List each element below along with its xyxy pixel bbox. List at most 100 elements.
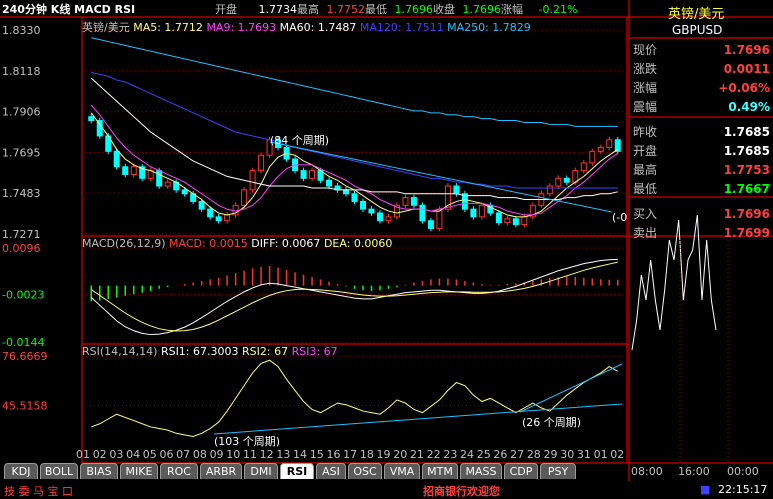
quote-high-value: 1.7752 <box>326 3 366 16</box>
stat-row: 涨跌 0.0011 <box>631 60 773 78</box>
candle-body <box>410 197 417 206</box>
x-tick-label: 19 <box>377 448 391 461</box>
intraday-time-0: 08:00 <box>631 465 663 478</box>
main-ytick-label: 1.7271 <box>2 228 41 241</box>
x-tick-label: 05 <box>143 448 157 461</box>
main-ytick-label: 1.7906 <box>2 106 41 119</box>
candle-body <box>258 154 265 172</box>
x-tick-label: 28 <box>527 448 541 461</box>
legend-ma9: MA9: 1.7693 <box>206 21 277 34</box>
annotation-84: (84 个周期) <box>270 134 330 147</box>
x-tick-label: 02 <box>93 448 107 461</box>
main-ytick-label: 1.7695 <box>2 146 41 159</box>
x-tick-label: 23 <box>443 448 457 461</box>
stat-row: 震幅 0.49% <box>631 98 773 116</box>
network-icon: ■ <box>700 483 711 496</box>
candle-body <box>343 189 350 195</box>
candle-body <box>215 216 222 222</box>
main-ytick-label: 1.7483 <box>2 187 41 200</box>
x-tick-label: 07 <box>176 448 190 461</box>
candle-body <box>402 197 409 206</box>
stat-label: 现价 <box>633 43 658 57</box>
macd-ytick-label: 0.0096 <box>2 242 41 255</box>
tab-asi[interactable]: ASI <box>316 463 346 479</box>
quote-high-label: 最高 <box>297 3 319 16</box>
tab-roc[interactable]: ROC <box>160 463 198 479</box>
tab-mike[interactable]: MIKE <box>120 463 158 479</box>
candle-body <box>198 200 205 210</box>
quote-low-value: 1.7696 <box>394 3 434 16</box>
chart-title: 240分钟 K线 MACD RSI <box>2 3 136 16</box>
tab-psy[interactable]: PSY <box>540 463 576 479</box>
legend-rsi2: RSI2: 67 <box>242 345 289 358</box>
stat-value: 0.0011 <box>723 62 770 76</box>
stat-value: +0.06% <box>718 81 770 95</box>
x-tick-label: 20 <box>393 448 407 461</box>
candle-body <box>606 139 613 149</box>
status-bar: 技 委 马 宝 口 招商银行欢迎您 ■ 22:15:17 <box>0 481 773 498</box>
stat-value: 1.7696 <box>723 207 770 221</box>
quote-open-label: 开盘 <box>215 3 237 16</box>
tab-kdj[interactable]: KDJ <box>4 463 38 479</box>
x-tick-label: 14 <box>293 448 307 461</box>
series-line-dea <box>90 261 618 332</box>
tab-vma[interactable]: VMA <box>384 463 420 479</box>
stat-label: 最高 <box>633 163 658 177</box>
x-tick-label: 13 <box>276 448 290 461</box>
tab-cdp[interactable]: CDP <box>504 463 538 479</box>
tab-mass[interactable]: MASS <box>460 463 502 479</box>
candle-body <box>113 150 120 168</box>
main-ytick-label: 1.8330 <box>2 24 41 37</box>
candle-body <box>597 147 604 152</box>
stat-label: 买入 <box>633 207 658 221</box>
legend-macd: MACD: 0.0015 <box>169 237 248 250</box>
stat-value: 1.7685 <box>723 125 770 139</box>
candle-body <box>88 116 95 122</box>
stat-value: 0.49% <box>728 100 770 114</box>
macd-legend: MACD(26,12,9) MACD: 0.0015 DIFF: 0.0067 … <box>82 237 392 250</box>
x-tick-label: 18 <box>360 448 374 461</box>
tab-osc[interactable]: OSC <box>348 463 382 479</box>
x-tick-label: 01 <box>594 448 608 461</box>
stat-label: 涨幅 <box>633 81 658 95</box>
stat-label: 卖出 <box>633 226 658 240</box>
stat-row: 开盘 1.7685 <box>631 142 773 160</box>
candle-body <box>359 200 366 210</box>
quote-change-label: 涨幅 <box>501 3 523 16</box>
candle-body <box>580 162 587 172</box>
rsi-ytick-label: 45.5158 <box>2 399 48 412</box>
x-tick-label: 26 <box>493 448 507 461</box>
x-tick-label: 29 <box>544 448 558 461</box>
candle-body <box>309 170 316 179</box>
legend-ma120: MA120: 1.7511 <box>359 21 444 34</box>
x-tick-label: 10 <box>226 448 240 461</box>
x-tick-label: 30 <box>560 448 574 461</box>
tab-bias[interactable]: BIAS <box>80 463 118 479</box>
quote-change-value: -0.21% <box>538 3 578 16</box>
candle-body <box>555 177 562 187</box>
x-tick-label: 09 <box>210 448 224 461</box>
x-tick-label: 11 <box>243 448 257 461</box>
series-line-ma250 <box>91 37 618 127</box>
tab-arbr[interactable]: ARBR <box>200 463 242 479</box>
candle-body <box>300 170 307 179</box>
stat-value: 1.7753 <box>723 163 770 177</box>
tab-boll[interactable]: BOLL <box>40 463 78 479</box>
legend-rsi1: RSI1: 67.3003 <box>160 345 239 358</box>
stat-row: 现价 1.7696 <box>631 41 773 59</box>
intraday-time-2: 00:00 <box>727 465 759 478</box>
pair-code: GBPUSD <box>672 23 723 37</box>
tab-dmi[interactable]: DMI <box>244 463 278 479</box>
candle-body <box>385 216 392 222</box>
stat-label: 开盘 <box>633 144 658 158</box>
candle-body <box>521 216 528 226</box>
intraday-time-1: 16:00 <box>678 465 710 478</box>
candle-body <box>156 170 163 187</box>
tab-rsi[interactable]: RSI <box>280 463 314 479</box>
legend-dea: DEA: 0.0060 <box>323 237 393 250</box>
tab-mtm[interactable]: MTM <box>422 463 458 479</box>
stat-value: 1.7667 <box>723 182 770 196</box>
series-line-ma60 <box>90 77 618 201</box>
main-ytick-label: 1.8118 <box>2 65 41 78</box>
quote-low-label: 最低 <box>365 3 387 16</box>
